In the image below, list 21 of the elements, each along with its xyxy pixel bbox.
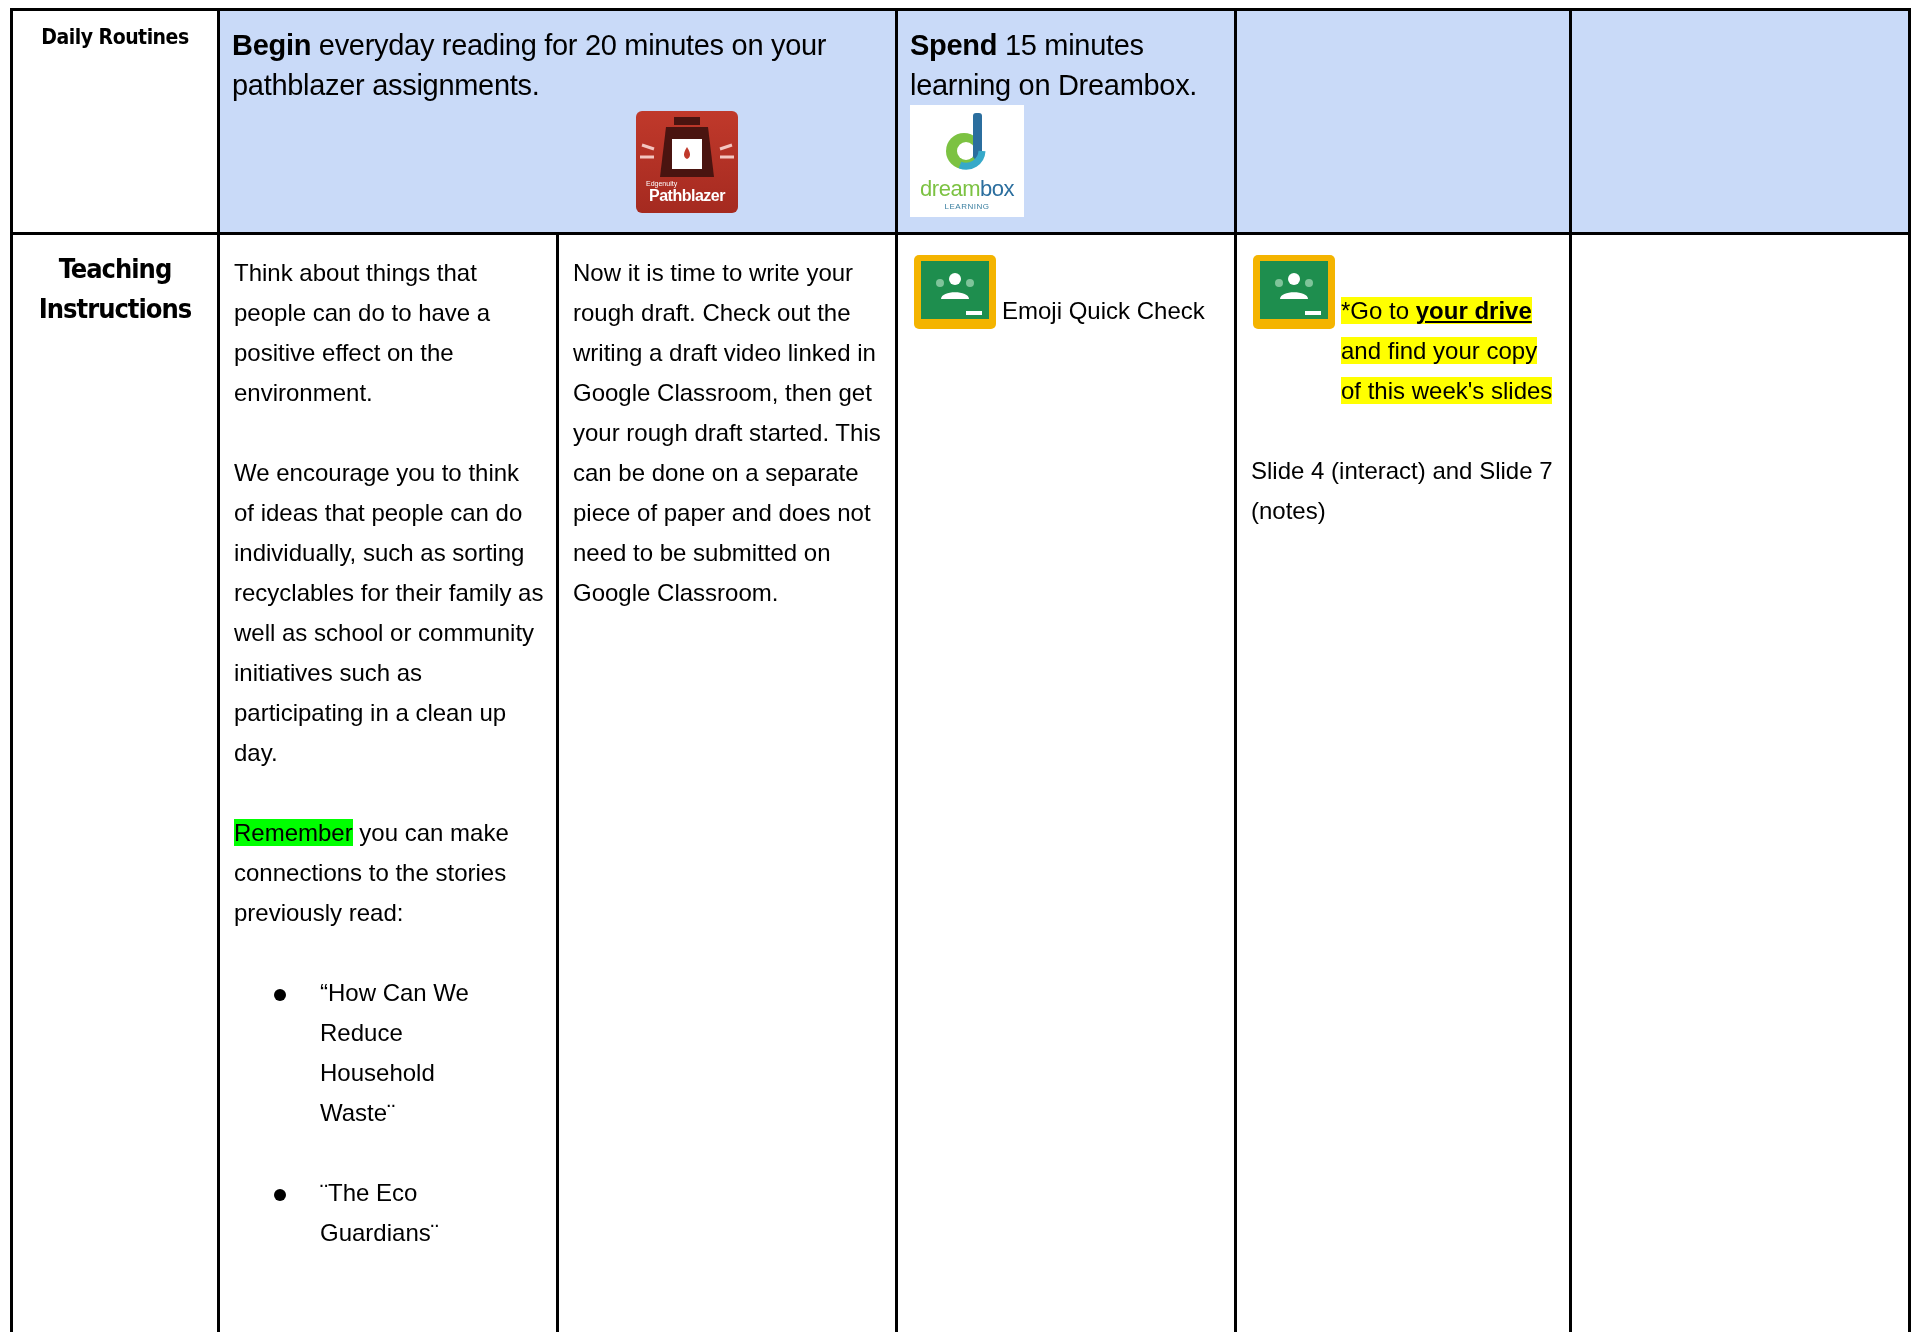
logo-tagline: LEARNING: [944, 202, 990, 211]
instruction-text: Slide 4 (interact) and Slide 7 (notes): [1251, 456, 1554, 526]
instruction-text: We encourage you to think of ideas that people can do individually, such as sorting recyclables for their family as well as school or community initiatives such as participating in a clean up day.: [234, 458, 544, 768]
story-title: “How Can We Reduce Household Waste¨: [320, 978, 470, 1128]
routine-text: Begin everyday reading for 20 minutes on your pathblazer assignments.: [232, 28, 828, 103]
story-title: ¨The Eco Guardians¨: [320, 1178, 440, 1248]
bullet-icon: [274, 1189, 286, 1201]
logo-wordmark: Pathblazer: [649, 187, 725, 205]
row-label: Teaching Instructions: [37, 252, 193, 326]
instruction-text: Emoji Quick Check: [1002, 296, 1205, 326]
row-label: Daily Routines: [41, 25, 189, 49]
routine-text: Spend 15 minutes learning on Dreambox.: [910, 28, 1199, 103]
classroom-icon: [1251, 253, 1337, 331]
instruction-text: Think about things that people can do to have a positive effect on the environment.: [234, 258, 492, 408]
logo-wordmark: dreambox: [920, 176, 1014, 202]
bullet-icon: [274, 989, 286, 1001]
classroom-icon: [912, 253, 998, 331]
instruction-text: Now it is time to write your rough draft. Check out the writing a draft video linked in Google Classroom, then get your rough draft started. This can be done on a separate piece of paper and does not need to be submitted on Google Classroom.: [573, 258, 882, 608]
drive-link[interactable]: your drive: [1415, 297, 1532, 324]
instruction-text: Remember you can make connections to the stories previously read:: [234, 818, 510, 928]
instruction-text: *Go to your drive and find your copy of this week's slides: [1341, 296, 1554, 406]
